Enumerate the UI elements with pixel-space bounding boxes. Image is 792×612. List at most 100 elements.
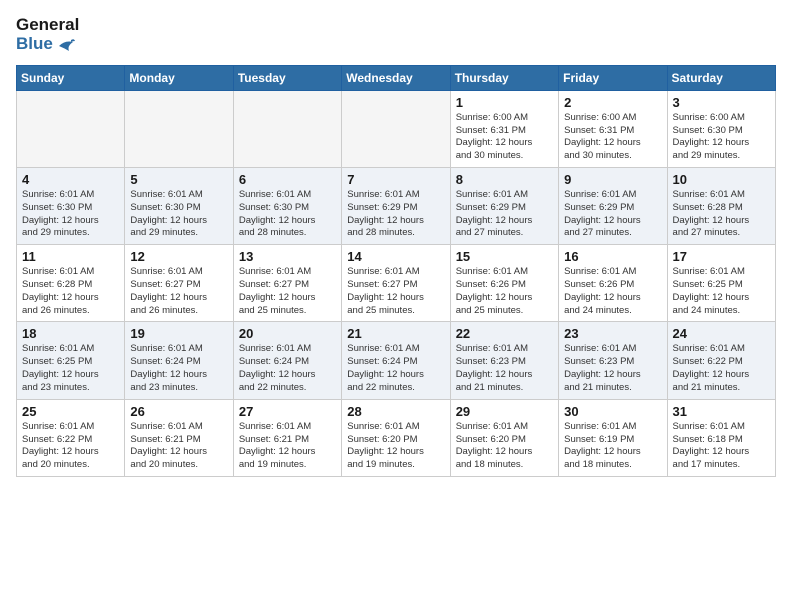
day-number: 28 (347, 404, 444, 419)
day-number: 2 (564, 95, 661, 110)
day-info: Sunrise: 6:01 AM Sunset: 6:20 PM Dayligh… (456, 421, 553, 472)
day-info: Sunrise: 6:00 AM Sunset: 6:30 PM Dayligh… (673, 112, 770, 163)
calendar-day-cell: 16 Sunrise: 6:01 AM Sunset: 6:26 PM Dayli… (559, 245, 667, 322)
weekday-header-row: SundayMondayTuesdayWednesdayThursdayFrid… (17, 65, 776, 90)
day-number: 31 (673, 404, 770, 419)
calendar-day-cell (342, 90, 450, 167)
day-info: Sunrise: 6:01 AM Sunset: 6:21 PM Dayligh… (130, 421, 227, 472)
calendar-day-cell: 29 Sunrise: 6:01 AM Sunset: 6:20 PM Dayli… (450, 399, 558, 476)
calendar-day-cell: 4 Sunrise: 6:01 AM Sunset: 6:30 PM Daylig… (17, 167, 125, 244)
day-number: 8 (456, 172, 553, 187)
day-info: Sunrise: 6:01 AM Sunset: 6:29 PM Dayligh… (456, 189, 553, 240)
day-number: 22 (456, 326, 553, 341)
calendar-day-cell: 23 Sunrise: 6:01 AM Sunset: 6:23 PM Dayli… (559, 322, 667, 399)
day-number: 15 (456, 249, 553, 264)
day-number: 26 (130, 404, 227, 419)
day-info: Sunrise: 6:01 AM Sunset: 6:19 PM Dayligh… (564, 421, 661, 472)
calendar-day-cell: 21 Sunrise: 6:01 AM Sunset: 6:24 PM Dayli… (342, 322, 450, 399)
day-number: 21 (347, 326, 444, 341)
logo-container: General Blue (16, 16, 79, 55)
calendar-day-cell: 30 Sunrise: 6:01 AM Sunset: 6:19 PM Dayli… (559, 399, 667, 476)
calendar-day-cell (125, 90, 233, 167)
calendar-day-cell: 8 Sunrise: 6:01 AM Sunset: 6:29 PM Daylig… (450, 167, 558, 244)
logo-text-general: General (16, 15, 79, 34)
day-info: Sunrise: 6:01 AM Sunset: 6:28 PM Dayligh… (673, 189, 770, 240)
day-number: 18 (22, 326, 119, 341)
day-number: 24 (673, 326, 770, 341)
day-info: Sunrise: 6:01 AM Sunset: 6:27 PM Dayligh… (239, 266, 336, 317)
calendar-day-cell: 12 Sunrise: 6:01 AM Sunset: 6:27 PM Dayli… (125, 245, 233, 322)
calendar-day-cell: 3 Sunrise: 6:00 AM Sunset: 6:30 PM Daylig… (667, 90, 775, 167)
logo-bird-icon (57, 37, 75, 55)
calendar-day-cell: 28 Sunrise: 6:01 AM Sunset: 6:20 PM Dayli… (342, 399, 450, 476)
day-number: 10 (673, 172, 770, 187)
calendar-week-row: 4 Sunrise: 6:01 AM Sunset: 6:30 PM Daylig… (17, 167, 776, 244)
day-number: 20 (239, 326, 336, 341)
day-info: Sunrise: 6:01 AM Sunset: 6:24 PM Dayligh… (347, 343, 444, 394)
day-number: 9 (564, 172, 661, 187)
calendar-day-cell: 13 Sunrise: 6:01 AM Sunset: 6:27 PM Dayli… (233, 245, 341, 322)
calendar-day-cell: 1 Sunrise: 6:00 AM Sunset: 6:31 PM Daylig… (450, 90, 558, 167)
weekday-header-thursday: Thursday (450, 65, 558, 90)
calendar-day-cell: 27Sunrise: 6:01 AM Sunset: 6:21 PM Dayli… (233, 399, 341, 476)
weekday-header-sunday: Sunday (17, 65, 125, 90)
day-info: Sunrise: 6:01 AM Sunset: 6:18 PM Dayligh… (673, 421, 770, 472)
day-info: Sunrise: 6:01 AM Sunset: 6:22 PM Dayligh… (22, 421, 119, 472)
calendar-day-cell: 6 Sunrise: 6:01 AM Sunset: 6:30 PM Daylig… (233, 167, 341, 244)
day-info: Sunrise: 6:01 AM Sunset: 6:26 PM Dayligh… (564, 266, 661, 317)
day-info: Sunrise: 6:01 AM Sunset: 6:27 PM Dayligh… (130, 266, 227, 317)
day-number: 25 (22, 404, 119, 419)
calendar-day-cell: 18 Sunrise: 6:01 AM Sunset: 6:25 PM Dayli… (17, 322, 125, 399)
day-number: 4 (22, 172, 119, 187)
day-number: 29 (456, 404, 553, 419)
day-info: Sunrise: 6:01 AM Sunset: 6:23 PM Dayligh… (456, 343, 553, 394)
day-info: Sunrise: 6:01 AM Sunset: 6:30 PM Dayligh… (130, 189, 227, 240)
day-info: Sunrise: 6:01 AM Sunset: 6:30 PM Dayligh… (22, 189, 119, 240)
day-number: 30 (564, 404, 661, 419)
day-info: Sunrise: 6:01 AM Sunset: 6:28 PM Dayligh… (22, 266, 119, 317)
day-info: Sunrise: 6:01 AM Sunset: 6:29 PM Dayligh… (347, 189, 444, 240)
day-number: 13 (239, 249, 336, 264)
day-info: Sunrise: 6:01 AM Sunset: 6:30 PM Dayligh… (239, 189, 336, 240)
logo-text-blue: Blue (16, 34, 53, 53)
day-number: 27 (239, 404, 336, 419)
calendar-day-cell: 17 Sunrise: 6:01 AM Sunset: 6:25 PM Dayli… (667, 245, 775, 322)
day-number: 23 (564, 326, 661, 341)
weekday-header-friday: Friday (559, 65, 667, 90)
day-info: Sunrise: 6:01 AM Sunset: 6:25 PM Dayligh… (673, 266, 770, 317)
weekday-header-monday: Monday (125, 65, 233, 90)
day-number: 1 (456, 95, 553, 110)
day-number: 3 (673, 95, 770, 110)
calendar-week-row: 18 Sunrise: 6:01 AM Sunset: 6:25 PM Dayli… (17, 322, 776, 399)
day-info: Sunrise: 6:01 AM Sunset: 6:29 PM Dayligh… (564, 189, 661, 240)
calendar-day-cell (233, 90, 341, 167)
day-info: Sunrise: 6:01 AM Sunset: 6:20 PM Dayligh… (347, 421, 444, 472)
day-number: 16 (564, 249, 661, 264)
calendar-day-cell: 9 Sunrise: 6:01 AM Sunset: 6:29 PM Daylig… (559, 167, 667, 244)
day-info: Sunrise: 6:01 AM Sunset: 6:22 PM Dayligh… (673, 343, 770, 394)
day-number: 6 (239, 172, 336, 187)
calendar-day-cell: 26 Sunrise: 6:01 AM Sunset: 6:21 PM Dayli… (125, 399, 233, 476)
calendar-day-cell: 14Sunrise: 6:01 AM Sunset: 6:27 PM Dayli… (342, 245, 450, 322)
calendar-day-cell: 5 Sunrise: 6:01 AM Sunset: 6:30 PM Daylig… (125, 167, 233, 244)
calendar-day-cell: 11Sunrise: 6:01 AM Sunset: 6:28 PM Dayli… (17, 245, 125, 322)
day-number: 17 (673, 249, 770, 264)
day-info: Sunrise: 6:00 AM Sunset: 6:31 PM Dayligh… (564, 112, 661, 163)
weekday-header-saturday: Saturday (667, 65, 775, 90)
calendar-week-row: 1 Sunrise: 6:00 AM Sunset: 6:31 PM Daylig… (17, 90, 776, 167)
logo: General Blue (16, 16, 79, 55)
day-number: 12 (130, 249, 227, 264)
day-info: Sunrise: 6:01 AM Sunset: 6:27 PM Dayligh… (347, 266, 444, 317)
day-number: 5 (130, 172, 227, 187)
day-info: Sunrise: 6:01 AM Sunset: 6:24 PM Dayligh… (239, 343, 336, 394)
day-info: Sunrise: 6:01 AM Sunset: 6:25 PM Dayligh… (22, 343, 119, 394)
weekday-header-tuesday: Tuesday (233, 65, 341, 90)
day-info: Sunrise: 6:01 AM Sunset: 6:23 PM Dayligh… (564, 343, 661, 394)
day-info: Sunrise: 6:01 AM Sunset: 6:24 PM Dayligh… (130, 343, 227, 394)
calendar-day-cell: 10 Sunrise: 6:01 AM Sunset: 6:28 PM Dayli… (667, 167, 775, 244)
day-number: 7 (347, 172, 444, 187)
calendar-day-cell (17, 90, 125, 167)
calendar-day-cell: 7 Sunrise: 6:01 AM Sunset: 6:29 PM Daylig… (342, 167, 450, 244)
day-info: Sunrise: 6:00 AM Sunset: 6:31 PM Dayligh… (456, 112, 553, 163)
calendar-day-cell: 20 Sunrise: 6:01 AM Sunset: 6:24 PM Dayli… (233, 322, 341, 399)
